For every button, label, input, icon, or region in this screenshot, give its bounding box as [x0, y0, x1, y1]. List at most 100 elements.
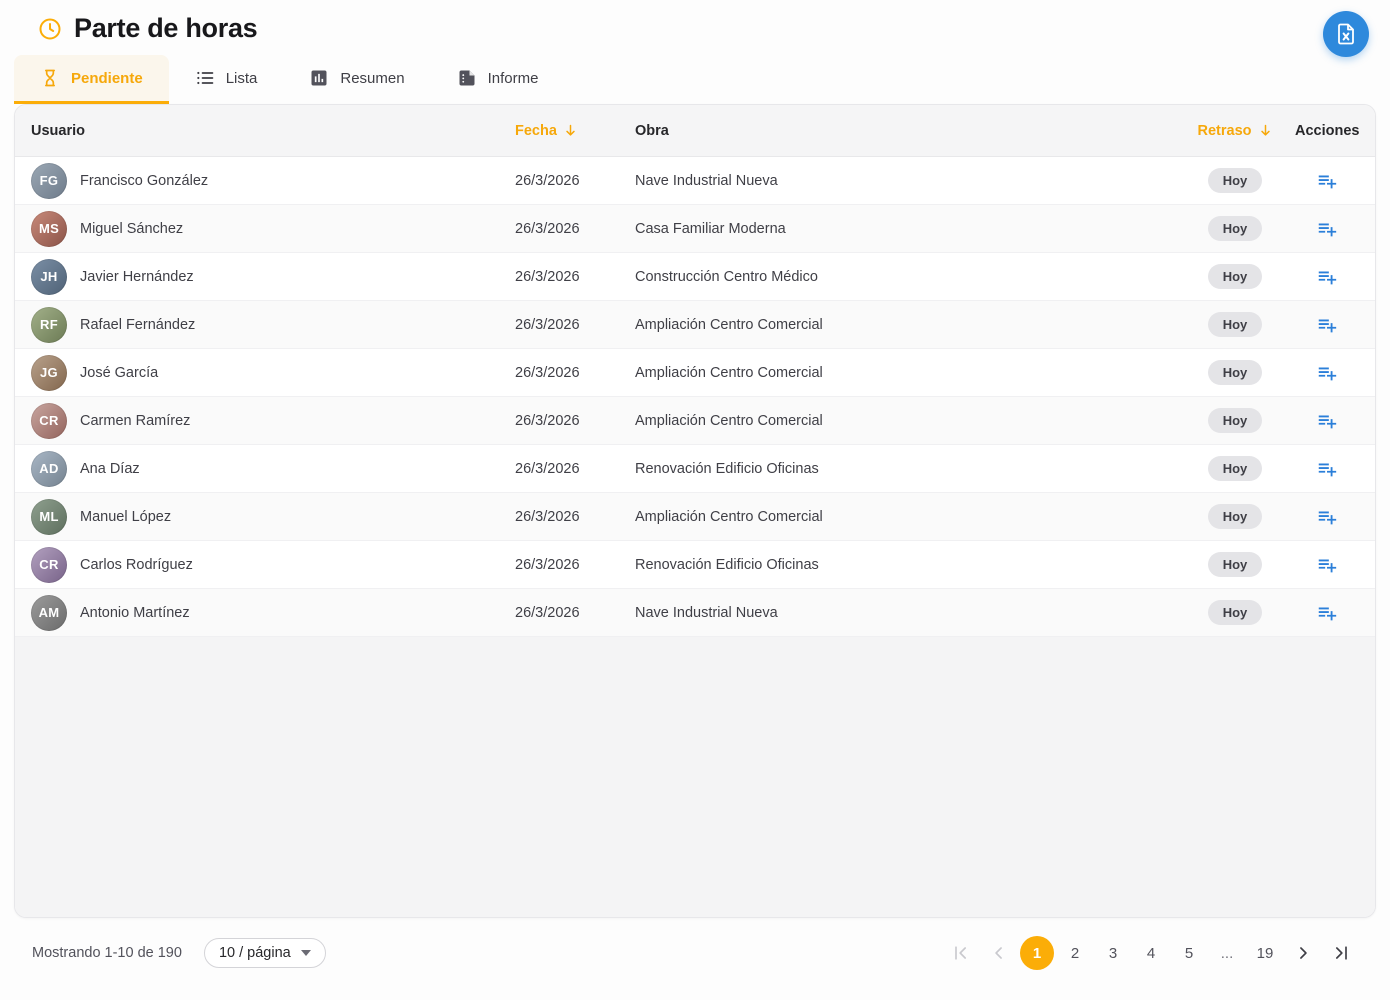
next-page-button[interactable] [1286, 936, 1320, 970]
user-cell: AD Ana Díaz [31, 451, 515, 487]
results-summary: Mostrando 1-10 de 190 [32, 945, 182, 961]
user-cell: CR Carlos Rodríguez [31, 547, 515, 583]
add-timesheet-entry-button[interactable] [1312, 214, 1342, 244]
sort-desc-arrow-icon [563, 123, 578, 138]
playlist-add-icon [1316, 314, 1338, 336]
retraso-cell: Hoy [1208, 264, 1263, 289]
user-name: Javier Hernández [80, 269, 194, 285]
playlist-add-icon [1316, 458, 1338, 480]
user-cell: FG Francisco González [31, 163, 515, 199]
retraso-badge: Hoy [1208, 264, 1263, 289]
tab-resumen[interactable]: Resumen [283, 55, 430, 104]
retraso-badge: Hoy [1208, 600, 1263, 625]
user-cell: MS Miguel Sánchez [31, 211, 515, 247]
table-row: FG Francisco González 26/3/2026 Nave Ind… [15, 157, 1375, 205]
avatar: RF [31, 307, 67, 343]
avatar: AM [31, 595, 67, 631]
report-document-icon [457, 68, 477, 88]
playlist-add-icon [1316, 218, 1338, 240]
first-page-icon [951, 943, 971, 963]
add-timesheet-entry-button[interactable] [1312, 262, 1342, 292]
retraso-cell: Hoy [1208, 408, 1263, 433]
table-row: JH Javier Hernández 26/3/2026 Construcci… [15, 253, 1375, 301]
table-row: MS Miguel Sánchez 26/3/2026 Casa Familia… [15, 205, 1375, 253]
page-button-1[interactable]: 1 [1020, 936, 1054, 970]
acciones-cell [1312, 166, 1342, 196]
first-page-button[interactable] [944, 936, 978, 970]
clock-icon [38, 17, 62, 41]
last-page-button[interactable] [1324, 936, 1358, 970]
fecha-cell: 26/3/2026 [515, 317, 635, 333]
tab-lista[interactable]: Lista [169, 55, 284, 104]
column-header-retraso[interactable]: Retraso [1198, 123, 1273, 139]
column-header-fecha[interactable]: Fecha [515, 123, 635, 139]
user-cell: AM Antonio Martínez [31, 595, 515, 631]
pagination: 12345...19 [944, 936, 1358, 970]
acciones-cell [1312, 310, 1342, 340]
tab-pendiente[interactable]: Pendiente [14, 55, 169, 104]
page-size-select[interactable]: 10 / página [204, 938, 326, 968]
excel-file-icon [1334, 22, 1358, 46]
prev-page-button[interactable] [982, 936, 1016, 970]
page-button-5[interactable]: 5 [1172, 936, 1206, 970]
fecha-cell: 26/3/2026 [515, 173, 635, 189]
table-row: AD Ana Díaz 26/3/2026 Renovación Edifici… [15, 445, 1375, 493]
add-timesheet-entry-button[interactable] [1312, 598, 1342, 628]
obra-cell: Nave Industrial Nueva [635, 605, 1175, 621]
obra-cell: Ampliación Centro Comercial [635, 365, 1175, 381]
table-row: CR Carlos Rodríguez 26/3/2026 Renovación… [15, 541, 1375, 589]
table-empty-area [15, 637, 1375, 917]
fecha-cell: 26/3/2026 [515, 269, 635, 285]
user-name: Manuel López [80, 509, 171, 525]
add-timesheet-entry-button[interactable] [1312, 358, 1342, 388]
table-row: JG José García 26/3/2026 Ampliación Cent… [15, 349, 1375, 397]
obra-cell: Ampliación Centro Comercial [635, 413, 1175, 429]
add-timesheet-entry-button[interactable] [1312, 406, 1342, 436]
tab-label: Resumen [340, 70, 404, 87]
retraso-cell: Hoy [1208, 456, 1263, 481]
user-name: Miguel Sánchez [80, 221, 183, 237]
tab-informe[interactable]: Informe [431, 55, 565, 104]
acciones-cell [1312, 262, 1342, 292]
avatar: ML [31, 499, 67, 535]
retraso-badge: Hoy [1208, 168, 1263, 193]
retraso-badge: Hoy [1208, 408, 1263, 433]
avatar: JH [31, 259, 67, 295]
page-button-19[interactable]: 19 [1248, 936, 1282, 970]
page-button-3[interactable]: 3 [1096, 936, 1130, 970]
page-size-value: 10 / página [219, 945, 291, 961]
last-page-icon [1331, 943, 1351, 963]
table-header-row: Usuario Fecha Obra Retraso Acciones [15, 105, 1375, 157]
user-name: Antonio Martínez [80, 605, 190, 621]
tab-label: Pendiente [71, 70, 143, 87]
fecha-cell: 26/3/2026 [515, 221, 635, 237]
add-timesheet-entry-button[interactable] [1312, 502, 1342, 532]
retraso-badge: Hoy [1208, 504, 1263, 529]
add-timesheet-entry-button[interactable] [1312, 454, 1342, 484]
page-button-2[interactable]: 2 [1058, 936, 1092, 970]
export-excel-button[interactable] [1323, 11, 1369, 57]
add-timesheet-entry-button[interactable] [1312, 166, 1342, 196]
column-header-obra[interactable]: Obra [635, 123, 1175, 139]
retraso-badge: Hoy [1208, 216, 1263, 241]
hourglass-icon [40, 68, 60, 88]
add-timesheet-entry-button[interactable] [1312, 310, 1342, 340]
user-cell: JH Javier Hernández [31, 259, 515, 295]
table-row: AM Antonio Martínez 26/3/2026 Nave Indus… [15, 589, 1375, 637]
fecha-cell: 26/3/2026 [515, 413, 635, 429]
avatar: CR [31, 403, 67, 439]
bulleted-list-icon [195, 68, 215, 88]
table-row: RF Rafael Fernández 26/3/2026 Ampliación… [15, 301, 1375, 349]
obra-cell: Casa Familiar Moderna [635, 221, 1175, 237]
table-footer: Mostrando 1-10 de 190 10 / página 12345.… [32, 934, 1358, 972]
add-timesheet-entry-button[interactable] [1312, 550, 1342, 580]
page-button-4[interactable]: 4 [1134, 936, 1168, 970]
retraso-cell: Hoy [1208, 504, 1263, 529]
user-cell: RF Rafael Fernández [31, 307, 515, 343]
column-header-usuario[interactable]: Usuario [31, 123, 515, 139]
obra-cell: Ampliación Centro Comercial [635, 317, 1175, 333]
acciones-cell [1312, 598, 1342, 628]
table-row: CR Carmen Ramírez 26/3/2026 Ampliación C… [15, 397, 1375, 445]
playlist-add-icon [1316, 362, 1338, 384]
avatar: MS [31, 211, 67, 247]
